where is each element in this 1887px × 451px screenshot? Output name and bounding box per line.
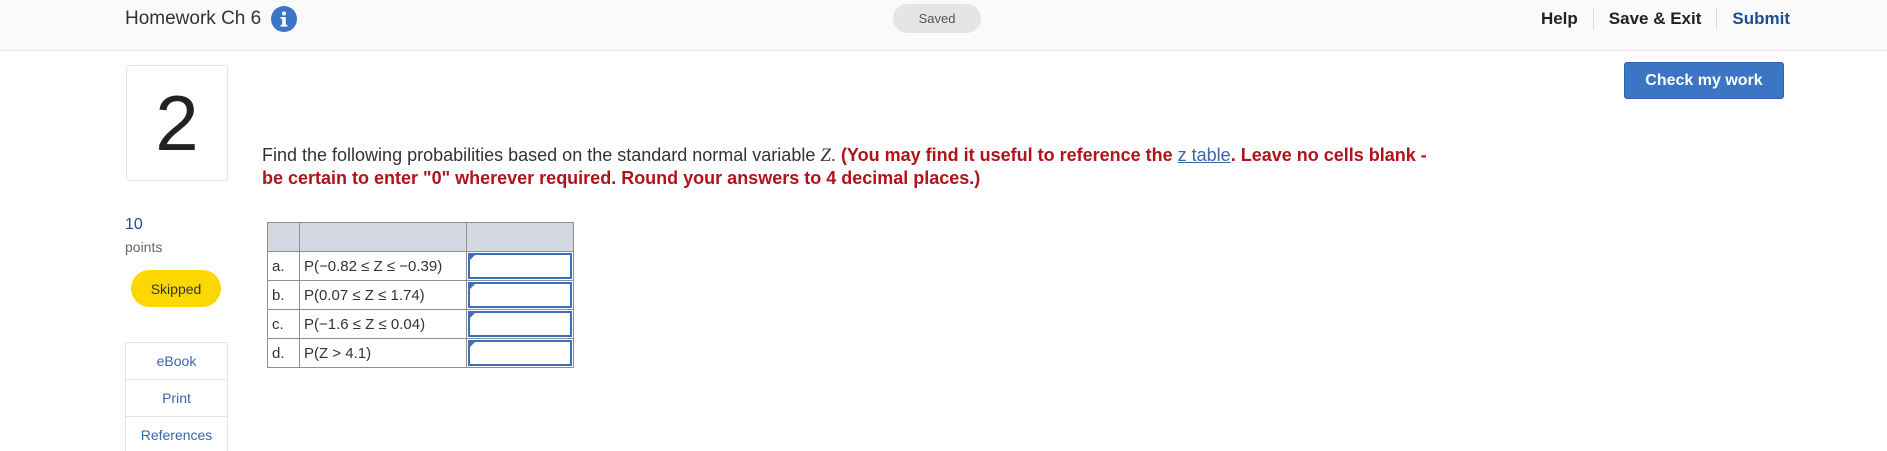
answer-cell <box>466 309 574 339</box>
assignment-title: Homework Ch 6 <box>125 8 262 29</box>
save-exit-link[interactable]: Save & Exit <box>1594 9 1717 29</box>
resource-list: eBook Print References <box>125 342 228 451</box>
table-header-cell <box>466 222 574 252</box>
print-link[interactable]: Print <box>126 380 227 417</box>
row-letter: a. <box>267 251 300 281</box>
table-row: b. P(0.07 ≤ Z ≤ 1.74) <box>267 280 574 310</box>
row-label: P(Z > 4.1) <box>299 338 467 368</box>
row-letter: c. <box>267 309 300 339</box>
table-row: d. P(Z > 4.1) <box>267 338 574 368</box>
answer-cell <box>466 280 574 310</box>
answers-table: a. P(−0.82 ≤ Z ≤ −0.39) b. P(0.07 ≤ Z ≤ … <box>267 222 574 368</box>
status-badge: Skipped <box>131 270 221 307</box>
row-label: P(−0.82 ≤ Z ≤ −0.39) <box>299 251 467 281</box>
question-number: 2 <box>126 65 228 181</box>
answer-cell <box>466 338 574 368</box>
table-header-row <box>267 222 574 252</box>
points-value: 10 <box>125 216 143 233</box>
z-table-link[interactable]: z table <box>1178 145 1231 165</box>
question-prompt: Find the following probabilities based o… <box>262 145 821 165</box>
answer-cell <box>466 251 574 281</box>
question-prompt-end: . <box>830 145 841 165</box>
table-row: c. P(−1.6 ≤ Z ≤ 0.04) <box>267 309 574 339</box>
answer-input-a[interactable] <box>468 253 572 279</box>
table-row: a. P(−0.82 ≤ Z ≤ −0.39) <box>267 251 574 281</box>
help-link[interactable]: Help <box>1526 9 1593 29</box>
question-variable: Z <box>820 145 831 166</box>
question-text: Find the following probabilities based o… <box>262 144 1432 190</box>
save-status-badge: Saved <box>893 4 981 33</box>
row-letter: d. <box>267 338 300 368</box>
info-icon[interactable] <box>271 6 298 32</box>
assignment-title-group: Homework Ch 6 <box>125 6 298 32</box>
row-label: P(0.07 ≤ Z ≤ 1.74) <box>299 280 467 310</box>
answer-input-c[interactable] <box>468 311 572 337</box>
submit-link[interactable]: Submit <box>1717 9 1790 29</box>
ebook-link[interactable]: eBook <box>126 343 227 380</box>
row-letter: b. <box>267 280 300 310</box>
answer-input-d[interactable] <box>468 340 572 366</box>
header-actions: Help Save & Exit Submit <box>1526 8 1790 30</box>
top-bar: Homework Ch 6 Saved Help Save & Exit Sub… <box>0 0 1887 51</box>
references-link[interactable]: References <box>126 417 227 451</box>
check-my-work-button[interactable]: Check my work <box>1624 62 1784 99</box>
points-label: points <box>125 239 163 255</box>
table-header-cell <box>299 222 467 252</box>
table-header-cell <box>267 222 300 252</box>
row-label: P(−1.6 ≤ Z ≤ 0.04) <box>299 309 467 339</box>
instructions-start: (You may find it useful to reference the <box>840 145 1178 165</box>
answer-input-b[interactable] <box>468 282 572 308</box>
